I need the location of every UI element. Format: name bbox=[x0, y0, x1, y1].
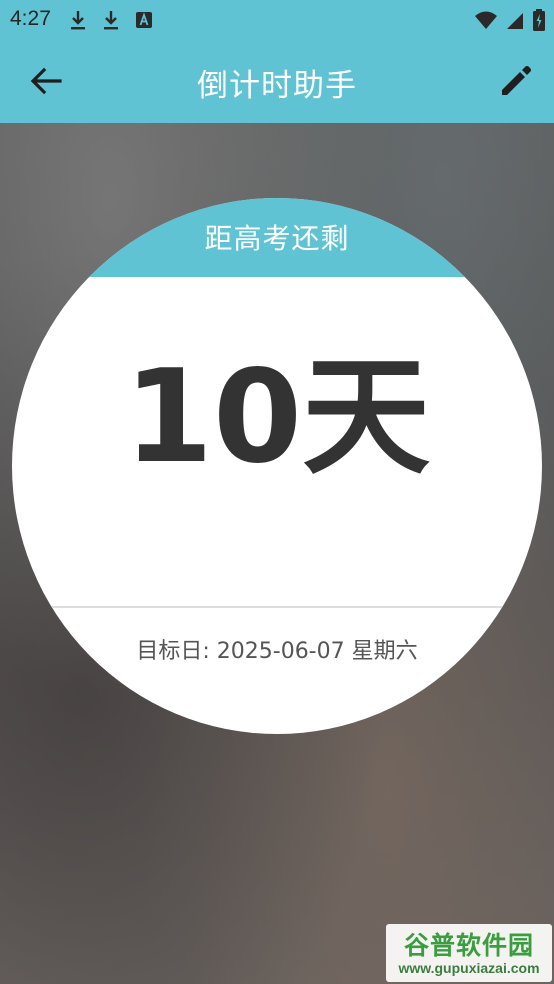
countdown-circle: 距高考还剩 10天 目标日: 2025-06-07 星期六 bbox=[12, 198, 542, 734]
countdown-header-label: 距高考还剩 bbox=[204, 222, 350, 255]
battery-icon bbox=[533, 9, 545, 31]
countdown-header: 距高考还剩 bbox=[12, 198, 542, 277]
a-notification-icon bbox=[136, 12, 152, 28]
status-system-icons bbox=[474, 8, 546, 32]
countdown-days-value: 10天 bbox=[123, 343, 431, 492]
download-icon bbox=[71, 11, 85, 30]
site-watermark-logo: 谷普软件园 www.gupuxiazai.com bbox=[386, 924, 552, 982]
edit-button[interactable] bbox=[492, 58, 540, 104]
watermark-url: www.gupuxiazai.com bbox=[398, 960, 540, 976]
status-notification-icons bbox=[68, 9, 154, 31]
signal-icon bbox=[507, 13, 523, 29]
status-bar: 4:27 bbox=[0, 0, 554, 38]
status-time: 4:27 bbox=[10, 7, 51, 30]
download-icon bbox=[104, 11, 118, 30]
screen: 4:27 倒计时助手 距高考还剩 10天 目标日: 2025-06-07 星期六… bbox=[0, 0, 554, 984]
target-date-label: 目标日: 2025-06-07 星期六 bbox=[136, 639, 418, 664]
app-bar: 倒计时助手 bbox=[0, 38, 554, 123]
divider bbox=[12, 606, 542, 608]
watermark-title: 谷普软件园 bbox=[403, 931, 534, 960]
wifi-icon bbox=[475, 11, 497, 29]
pencil-icon bbox=[502, 66, 531, 95]
page-title: 倒计时助手 bbox=[197, 68, 357, 104]
